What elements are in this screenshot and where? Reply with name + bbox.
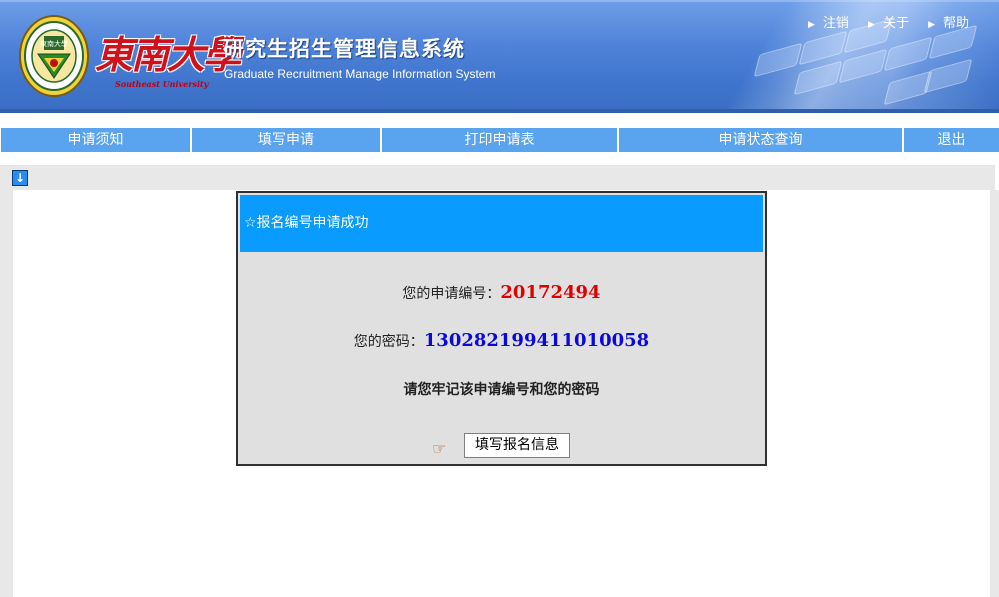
password-label: 您的密码：: [353, 334, 424, 350]
content-right-border: [990, 190, 999, 597]
system-title-en: Graduate Recruitment Manage Information …: [224, 67, 496, 81]
triangle-right-icon: ▶: [808, 19, 815, 29]
school-name-en: Southeast University: [115, 79, 209, 89]
top-links: ▶ 注销 ▶ 关于 ▶ 帮助: [794, 12, 969, 31]
triangle-right-icon: ▶: [928, 19, 935, 29]
about-link-label: 关于: [882, 15, 909, 30]
about-link[interactable]: ▶ 关于: [868, 15, 909, 30]
banner-bottom-line: [0, 109, 999, 113]
application-id-row: 您的申请编号：20172494: [238, 282, 765, 303]
content-toolbar: [0, 165, 995, 190]
nav-print-form[interactable]: 打印申请表: [382, 128, 617, 152]
fill-registration-button[interactable]: 填写报名信息: [464, 433, 570, 458]
pointing-hand-icon: ☞: [432, 439, 447, 458]
help-link[interactable]: ▶ 帮助: [928, 15, 969, 30]
password-value: 130282199411010058: [423, 330, 650, 351]
application-id-value: 20172494: [500, 282, 601, 303]
reminder-text: 请您牢记该申请编号和您的密码: [403, 382, 600, 398]
collapse-arrow-icon[interactable]: ↓: [12, 170, 28, 186]
password-row: 您的密码：130282199411010058: [238, 330, 765, 351]
university-seal-logo: 東南大學: [19, 15, 89, 97]
success-dialog: ☆报名编号申请成功 您的申请编号：20172494 您的密码：130282199…: [236, 191, 767, 466]
svg-text:東南大學: 東南大學: [40, 39, 68, 48]
content-left-border: [0, 165, 13, 597]
nav-fill-application[interactable]: 填写申请: [192, 128, 380, 152]
application-id-label: 您的申请编号：: [402, 286, 501, 302]
help-link-label: 帮助: [942, 15, 969, 30]
header-banner: 東南大學 東南大學 Southeast University 研究生招生管理信息…: [0, 0, 999, 113]
main-nav: 申请须知 填写申请 打印申请表 申请状态查询 退出: [0, 128, 999, 152]
logout-link[interactable]: ▶ 注销: [808, 15, 849, 30]
system-title: 研究生招生管理信息系统: [223, 37, 465, 61]
dialog-title: ☆报名编号申请成功: [240, 195, 763, 252]
triangle-right-icon: ▶: [868, 19, 875, 29]
school-name: 東南大學: [95, 32, 241, 77]
logout-link-label: 注销: [822, 15, 849, 30]
nav-exit[interactable]: 退出: [904, 128, 999, 152]
nav-status-query[interactable]: 申请状态查询: [619, 128, 902, 152]
nav-application-notice[interactable]: 申请须知: [1, 128, 190, 152]
